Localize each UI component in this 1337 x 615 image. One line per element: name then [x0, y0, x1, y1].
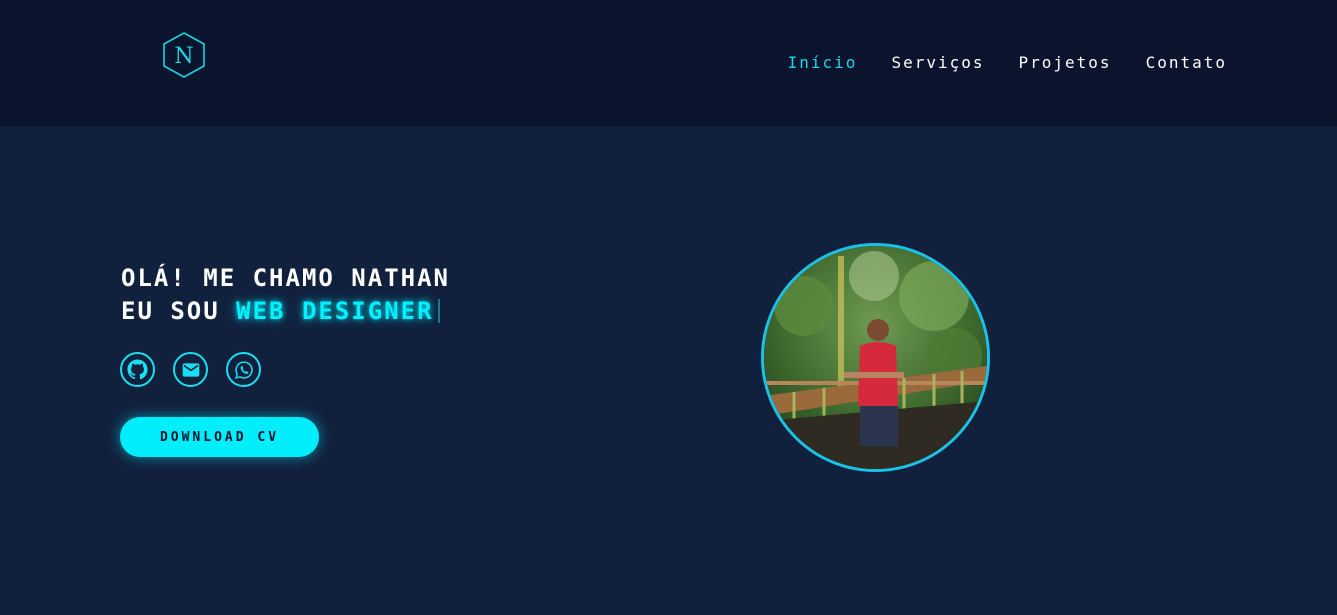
mail-icon — [182, 362, 199, 377]
headline-highlight: Web Designer — [236, 297, 434, 325]
headline-prefix: Eu sou — [121, 297, 220, 325]
whatsapp-icon — [234, 360, 253, 379]
download-cv-button[interactable]: DOWNLOAD CV — [120, 417, 319, 457]
github-icon — [127, 359, 148, 380]
social-links — [120, 352, 261, 387]
hero-section: Olá! Me chamo Nathan Eu sou Web Designer… — [0, 126, 1337, 615]
whatsapp-link[interactable] — [226, 352, 261, 387]
nav-item-projetos[interactable]: Projetos — [1019, 53, 1112, 72]
nav-item-servicos[interactable]: Serviços — [891, 53, 984, 72]
nav-item-contato[interactable]: Contato — [1146, 53, 1227, 72]
logo-icon[interactable]: N — [161, 31, 207, 79]
nav-item-inicio[interactable]: Início — [788, 53, 858, 72]
typing-cursor — [437, 299, 440, 323]
email-link[interactable] — [173, 352, 208, 387]
logo-letter: N — [174, 44, 193, 69]
headline-line-1: Olá! Me chamo Nathan — [121, 264, 450, 292]
headline-line-2: Eu sou Web Designer — [121, 295, 450, 328]
main-nav: Início Serviços Projetos Contato — [788, 53, 1227, 72]
hero-headline: Olá! Me chamo Nathan Eu sou Web Designer — [121, 262, 450, 328]
github-link[interactable] — [120, 352, 155, 387]
site-header: N Início Serviços Projetos Contato — [0, 0, 1337, 126]
profile-photo — [761, 243, 990, 472]
